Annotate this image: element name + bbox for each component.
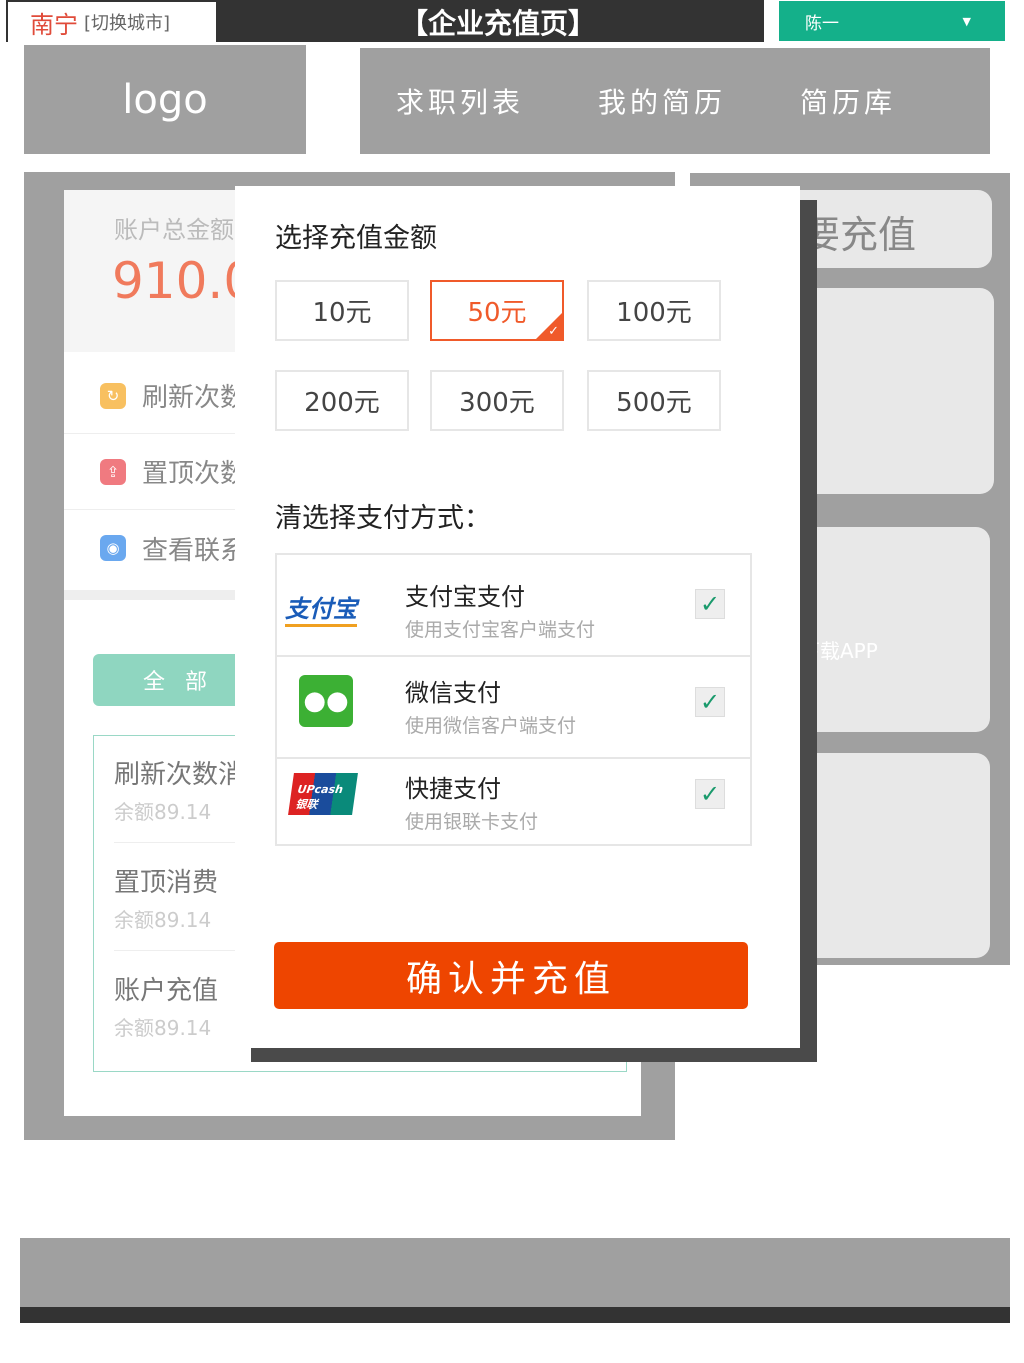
record-balance: 余额89.14 [114,908,212,932]
amount-title: 选择充值金额 [275,223,437,254]
payment-wechat[interactable]: ●● 微信支付 使用微信客户端支付 ✓ [277,657,750,759]
amount-option[interactable]: 300元 [430,370,564,431]
checkbox-checked[interactable]: ✓ [695,589,725,619]
nav-job-list[interactable]: 求职列表 [396,81,524,121]
recharge-modal: 选择充值金额 10元 50元 ✓ 100元 200元 300元 500元 清选择支… [235,186,800,1048]
record-title: 账户充值 [114,976,219,1006]
eye-icon: ◉ [100,535,126,561]
amount-option[interactable]: 100元 [587,280,721,341]
nav-resume-library[interactable]: 简历库 [800,81,896,121]
payment-title: 清选择支付方式： [275,503,491,534]
user-name: 陈一 [805,13,839,34]
record-title: 置顶消费 [114,868,219,898]
logo[interactable]: logo [24,45,306,154]
amount-option[interactable]: 500元 [587,370,721,431]
checkbox-checked[interactable]: ✓ [695,779,725,809]
nav-my-resume[interactable]: 我的简历 [598,81,726,121]
wechat-icon: ●● [299,675,353,727]
stat-label: 刷新次数 [142,383,247,413]
amount-option-selected[interactable]: 50元 ✓ [430,280,564,341]
payment-unionpay[interactable]: UPcash 银联 快捷支付 使用银联卡支付 ✓ [277,759,750,844]
page-title: 【企业充值页】 [400,7,597,40]
caret-down-icon: ▼ [962,14,971,28]
unionpay-logo: UPcash 银联 [288,773,358,815]
payment-name: 支付宝支付 [405,583,525,611]
payment-desc: 使用银联卡支付 [405,811,539,833]
stat-label: 查看联系 [142,535,247,566]
payment-name: 快捷支付 [405,775,501,803]
record-balance: 余额89.14 [114,1016,212,1040]
city-selector[interactable]: 南宁 [切换城市] [8,2,216,42]
payment-name: 微信支付 [405,679,501,707]
confirm-recharge-button[interactable]: 确认并充值 [274,942,748,1009]
record-balance: 余额89.14 [114,800,212,824]
checkbox-checked[interactable]: ✓ [695,687,725,717]
amount-label: 50元 [467,298,527,328]
amount-option[interactable]: 200元 [275,370,409,431]
footer [20,1238,1010,1308]
alipay-logo: 支付宝 [285,589,357,627]
amount-option[interactable]: 10元 [275,280,409,341]
payment-methods: 支付宝 支付宝支付 使用支付宝客户端支付 ✓ ●● 微信支付 使用微信客户端支付… [275,553,752,846]
check-icon: ✓ [548,324,559,339]
payment-desc: 使用微信客户端支付 [405,715,577,737]
refresh-icon: ↻ [100,382,126,409]
stat-label: 置顶次数 [142,459,247,489]
total-label: 账户总金额 [114,216,234,244]
upload-icon: ⇪ [100,458,126,485]
switch-city-link[interactable]: [切换城市] [84,9,170,35]
footer-bar [20,1307,1010,1323]
payment-desc: 使用支付宝客户端支付 [405,619,596,641]
city-name: 南宁 [30,10,78,39]
payment-alipay[interactable]: 支付宝 支付宝支付 使用支付宝客户端支付 ✓ [277,555,750,657]
main-nav: 求职列表 我的简历 简历库 [360,48,990,154]
user-menu[interactable]: 陈一 ▼ [779,1,1005,41]
